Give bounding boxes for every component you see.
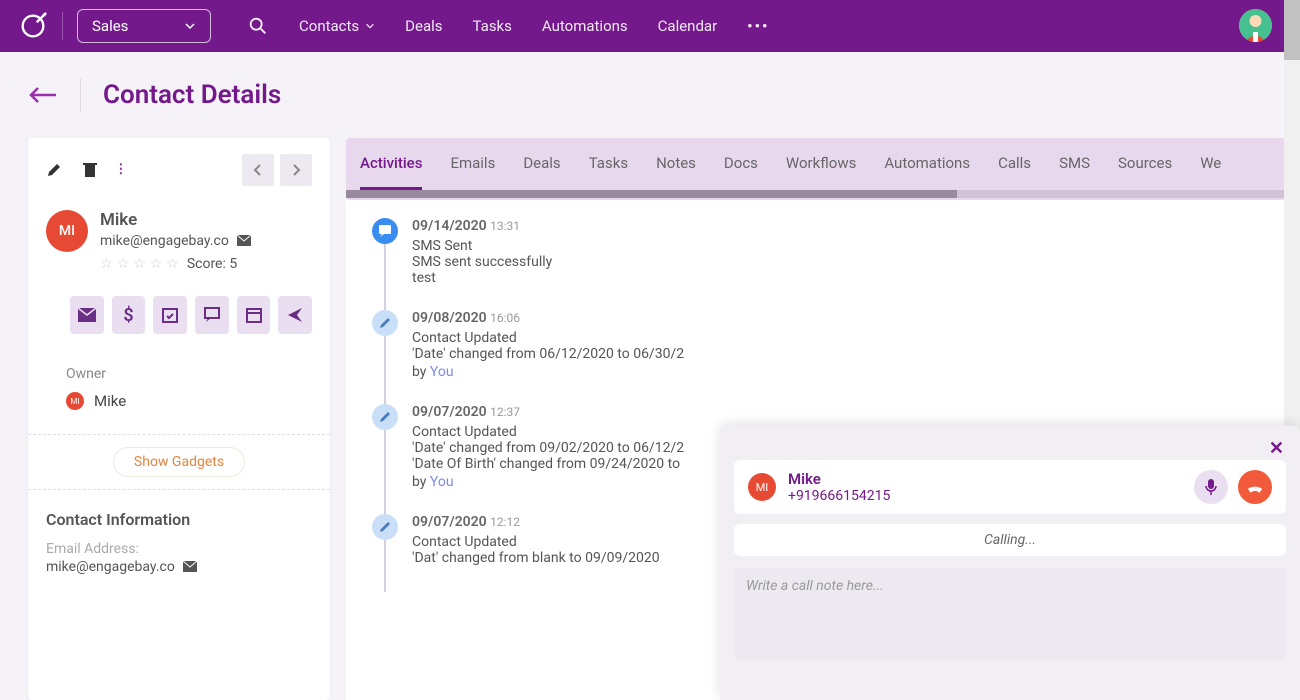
contact-score: Score: 5: [187, 256, 237, 272]
tab-workflows[interactable]: Workflows: [786, 138, 856, 190]
owner-avatar: MI: [66, 392, 84, 410]
chat-button[interactable]: [195, 296, 229, 334]
delete-contact-button[interactable]: [82, 162, 98, 178]
call-status: Calling...: [734, 524, 1286, 556]
activity-date: 09/07/2020: [412, 404, 487, 420]
module-label: Sales: [92, 17, 128, 35]
tab-we[interactable]: We: [1200, 138, 1221, 190]
divider: [80, 78, 81, 112]
mail-icon[interactable]: [183, 561, 197, 573]
page-body: Contact Details ⁝ MI Mike: [0, 52, 1300, 700]
task-button[interactable]: [153, 296, 187, 334]
nav-calendar[interactable]: Calendar: [658, 17, 718, 35]
owner-row: MI Mike: [66, 392, 312, 410]
activity-author-link[interactable]: You: [430, 364, 454, 380]
activity-date: 09/08/2020: [412, 310, 487, 326]
rating-stars[interactable]: ☆ ☆ ☆ ☆ ☆: [100, 256, 179, 272]
call-avatar: MI: [748, 473, 776, 501]
owner-label: Owner: [66, 366, 312, 382]
activity-time: 12:12: [490, 515, 520, 529]
tab-notes[interactable]: Notes: [656, 138, 696, 190]
owner-name: Mike: [94, 392, 126, 410]
deals-button[interactable]: $: [112, 296, 146, 334]
next-contact-button[interactable]: [280, 154, 312, 186]
contact-name: Mike: [100, 210, 312, 230]
tab-deals[interactable]: Deals: [523, 138, 560, 190]
tab-docs[interactable]: Docs: [724, 138, 758, 190]
star-icon[interactable]: ☆: [100, 256, 113, 272]
edit-contact-button[interactable]: [46, 162, 62, 178]
chevron-down-icon: [184, 20, 196, 32]
activity-by: by You: [412, 364, 1260, 380]
send-button[interactable]: [278, 296, 312, 334]
activity-time: 13:31: [490, 219, 520, 233]
edit-icon: [372, 310, 398, 336]
star-icon[interactable]: ☆: [150, 256, 163, 272]
back-button[interactable]: [28, 85, 58, 105]
star-icon[interactable]: ☆: [166, 256, 179, 272]
contact-card: ⁝ MI Mike mike@engagebay.co: [28, 138, 330, 700]
tab-automations[interactable]: Automations: [884, 138, 970, 190]
prev-contact-button[interactable]: [242, 154, 274, 186]
email-value: mike@engagebay.co: [46, 559, 312, 575]
nav-more[interactable]: •••: [747, 17, 769, 35]
contact-avatar: MI: [46, 210, 88, 252]
chevron-down-icon: [365, 21, 375, 31]
divider: [62, 12, 63, 40]
contact-email: mike@engagebay.co: [100, 233, 312, 249]
contact-quick-actions: $: [28, 296, 330, 348]
show-gadgets-button[interactable]: Show Gadgets: [113, 447, 245, 477]
activity-item: 09/14/2020 13:31 SMS Sent SMS sent succe…: [372, 218, 1260, 310]
edit-icon: [372, 404, 398, 430]
nav-contacts[interactable]: Contacts: [299, 17, 375, 35]
hangup-button[interactable]: [1238, 470, 1272, 504]
activity-item: 09/08/2020 16:06 Contact Updated 'Date' …: [372, 310, 1260, 404]
activity-time: 12:37: [490, 405, 520, 419]
top-nav-bar: Sales Contacts Deals Tasks Automations C…: [0, 0, 1300, 52]
tab-sources[interactable]: Sources: [1118, 138, 1172, 190]
tab-tasks[interactable]: Tasks: [589, 138, 628, 190]
tab-sms[interactable]: SMS: [1059, 138, 1090, 190]
star-icon[interactable]: ☆: [117, 256, 130, 272]
calendar-button[interactable]: [237, 296, 271, 334]
activity-line: SMS sent successfully: [412, 254, 1260, 270]
page-title: Contact Details: [103, 80, 281, 110]
activity-line: 'Date' changed from 06/12/2020 to 06/30/…: [412, 346, 1260, 362]
mute-button[interactable]: [1194, 470, 1228, 504]
user-avatar[interactable]: [1239, 9, 1272, 42]
nav-tasks[interactable]: Tasks: [473, 17, 512, 35]
contact-info-heading: Contact Information: [46, 510, 312, 529]
edit-icon: [372, 514, 398, 540]
app-logo: [18, 11, 48, 41]
call-name: Mike: [788, 470, 1182, 488]
nav-automations[interactable]: Automations: [542, 17, 628, 35]
nav-deals[interactable]: Deals: [405, 17, 442, 35]
sms-icon: [372, 218, 398, 244]
activity-author-link[interactable]: You: [430, 474, 454, 490]
mail-icon[interactable]: [237, 235, 251, 247]
detail-tabs: Activities Emails Deals Tasks Notes Docs…: [346, 138, 1286, 190]
star-icon[interactable]: ☆: [133, 256, 146, 272]
tab-calls[interactable]: Calls: [998, 138, 1031, 190]
activity-time: 16:06: [490, 311, 520, 325]
email-label: Email Address:: [46, 541, 312, 557]
call-phone: +919666154215: [788, 488, 1182, 504]
tabs-scrollbar[interactable]: [346, 190, 1286, 200]
send-email-button[interactable]: [70, 296, 104, 334]
tab-emails[interactable]: Emails: [450, 138, 495, 190]
close-call-panel-button[interactable]: ✕: [1269, 438, 1284, 459]
activity-date: 09/07/2020: [412, 514, 487, 530]
tab-activities[interactable]: Activities: [360, 138, 422, 190]
activity-line: test: [412, 270, 1260, 286]
activity-date: 09/14/2020: [412, 218, 487, 234]
activity-title: Contact Updated: [412, 330, 1260, 346]
call-note-input[interactable]: [734, 568, 1286, 660]
module-selector[interactable]: Sales: [77, 9, 211, 43]
call-panel: ✕ MI Mike +919666154215 Calling...: [720, 426, 1300, 700]
activity-title: SMS Sent: [412, 238, 1260, 254]
more-menu-button[interactable]: ⁝: [118, 166, 124, 173]
search-icon[interactable]: [247, 15, 269, 37]
